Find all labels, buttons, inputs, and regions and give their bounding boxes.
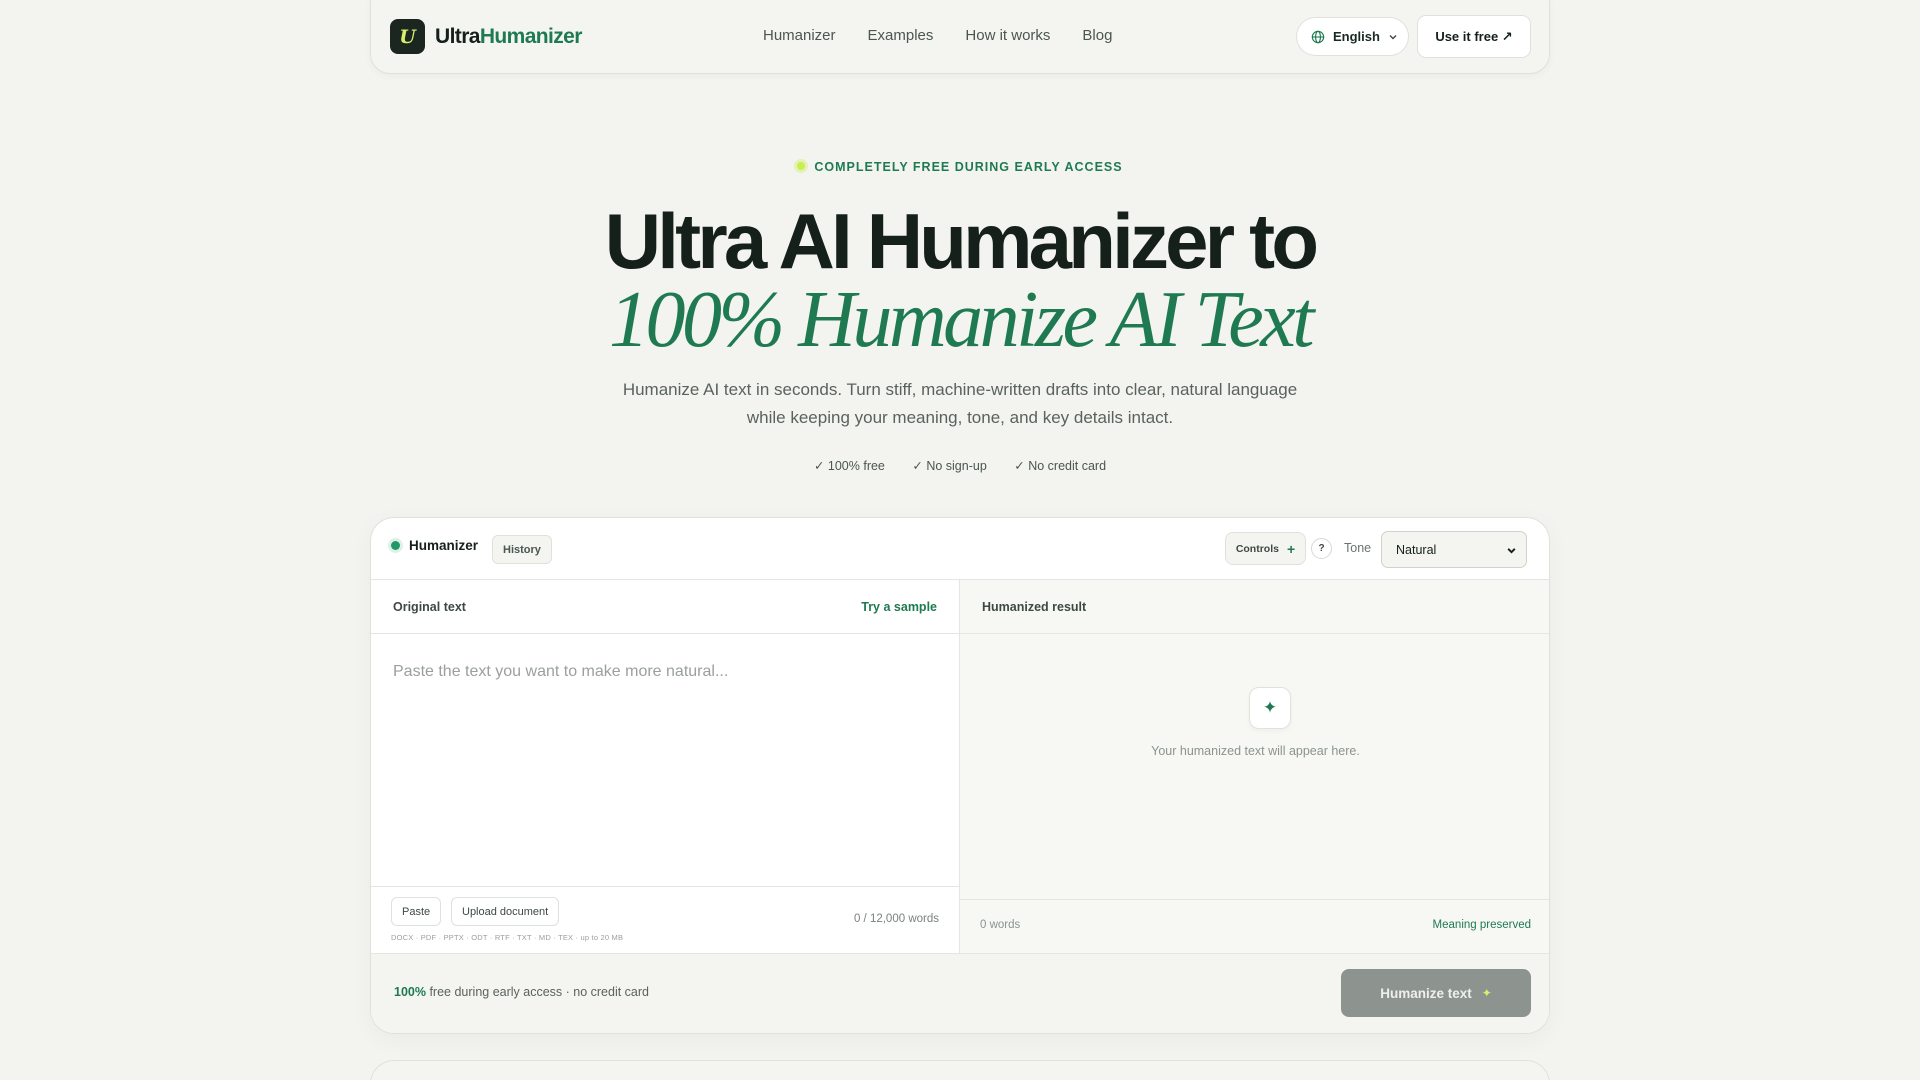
tone-value: Natural [1396, 542, 1437, 557]
check-no-signup: ✓ No sign-up [912, 459, 987, 473]
result-header: Humanized result [960, 580, 1549, 634]
globe-icon [1311, 30, 1325, 43]
hero-subtitle: Humanize AI text in seconds. Turn stiff,… [622, 380, 1298, 427]
tool-action-bar: 100% free during early access · no credi… [371, 953, 1549, 1033]
result-empty-text: Your humanized text will appear here. [1151, 744, 1360, 758]
controls-label: Controls [1235, 542, 1279, 555]
humanize-text-button[interactable]: Humanize text ✦ [1341, 969, 1531, 1017]
nav-links: Humanizer Examples How it works Blog [763, 27, 1112, 44]
nav-link-how-it-works[interactable]: How it works [965, 27, 1050, 44]
tone-label: Tone [1344, 541, 1372, 555]
use-it-free-button[interactable]: Use it free ↗ [1417, 15, 1531, 58]
check-free: ✓ 100% free [813, 459, 885, 473]
nav-link-blog[interactable]: Blog [1082, 27, 1112, 44]
logo-mark-icon: U [390, 19, 425, 54]
eyebrow-text: COMPLETELY FREE DURING EARLY ACCESS [814, 160, 1123, 174]
paste-button[interactable]: Paste [391, 897, 442, 926]
next-section-card [370, 1060, 1550, 1080]
result-footer: 0 words Meaning preserved [960, 899, 1549, 953]
original-text-input[interactable]: Paste the text you want to make more nat… [393, 663, 728, 681]
original-text-label: Original text [393, 600, 466, 614]
history-button[interactable]: History [492, 535, 552, 564]
controls-button[interactable]: Controls + [1225, 532, 1306, 565]
meaning-preserved-badge: Meaning preserved [1432, 919, 1531, 931]
sparkle-icon: ✦ [1481, 986, 1492, 1000]
hero-title-line1: Ultra AI Humanizer to [604, 197, 1319, 285]
hero-checks: ✓ 100% free ✓ No sign-up ✓ No credit car… [0, 458, 1920, 473]
humanizer-tool-card: Humanizer History Controls + ? Tone Natu… [370, 517, 1550, 1034]
original-text-header: Original text Try a sample [371, 580, 959, 634]
result-panel: Humanized result ✦ Your humanized text w… [960, 580, 1549, 953]
check-no-card: ✓ No credit card [1014, 459, 1107, 473]
upload-document-button[interactable]: Upload document [451, 897, 560, 926]
nav-link-humanizer[interactable]: Humanizer [763, 27, 836, 44]
free-notice-text: free during early access · no credit car… [425, 985, 650, 999]
result-label: Humanized result [982, 600, 1087, 614]
sparkle-icon: ✦ [1249, 687, 1291, 729]
eyebrow: COMPLETELY FREE DURING EARLY ACCESS [0, 160, 1920, 174]
free-notice: 100% free during early access · no credi… [394, 985, 649, 999]
humanize-text-label: Humanize text [1380, 985, 1472, 1001]
supported-formats: DOCX · PDF · PPTX · ODT · RTF · TXT · MD… [391, 933, 624, 942]
top-navbar: U UltraHumanizer Humanizer Examples How … [370, 0, 1550, 74]
result-word-count: 0 words [980, 919, 1021, 931]
language-selector[interactable]: English [1296, 17, 1409, 56]
brand-name-part1: Ultra [435, 24, 480, 48]
help-button[interactable]: ? [1311, 538, 1332, 559]
tool-toolbar: Humanizer History Controls + ? Tone Natu… [371, 518, 1549, 580]
hero-title-line2: 100% Humanize AI Text [608, 276, 1315, 364]
plus-icon: + [1286, 540, 1296, 557]
status-dot-icon [797, 162, 806, 170]
original-text-footer: Paste Upload document DOCX · PDF · PPTX … [371, 886, 959, 953]
try-sample-link[interactable]: Try a sample [861, 600, 937, 614]
tab-humanizer[interactable]: Humanizer [391, 538, 478, 553]
brand-name-part2: Humanizer [479, 24, 583, 48]
chevron-down-icon [1389, 34, 1397, 39]
active-dot-icon [391, 541, 400, 550]
nav-link-examples[interactable]: Examples [868, 27, 934, 44]
tab-humanizer-label: Humanizer [409, 538, 479, 553]
brand-name: UltraHumanizer [435, 25, 582, 49]
chevron-down-icon [1507, 548, 1516, 554]
word-count: 0 / 12,000 words [853, 913, 939, 925]
original-text-panel: Original text Try a sample Paste the tex… [371, 580, 960, 953]
tone-select[interactable]: Natural [1381, 531, 1527, 568]
brand-logo[interactable]: U UltraHumanizer [390, 19, 582, 54]
free-notice-strong: 100% [394, 985, 426, 999]
language-label: English [1333, 29, 1380, 44]
